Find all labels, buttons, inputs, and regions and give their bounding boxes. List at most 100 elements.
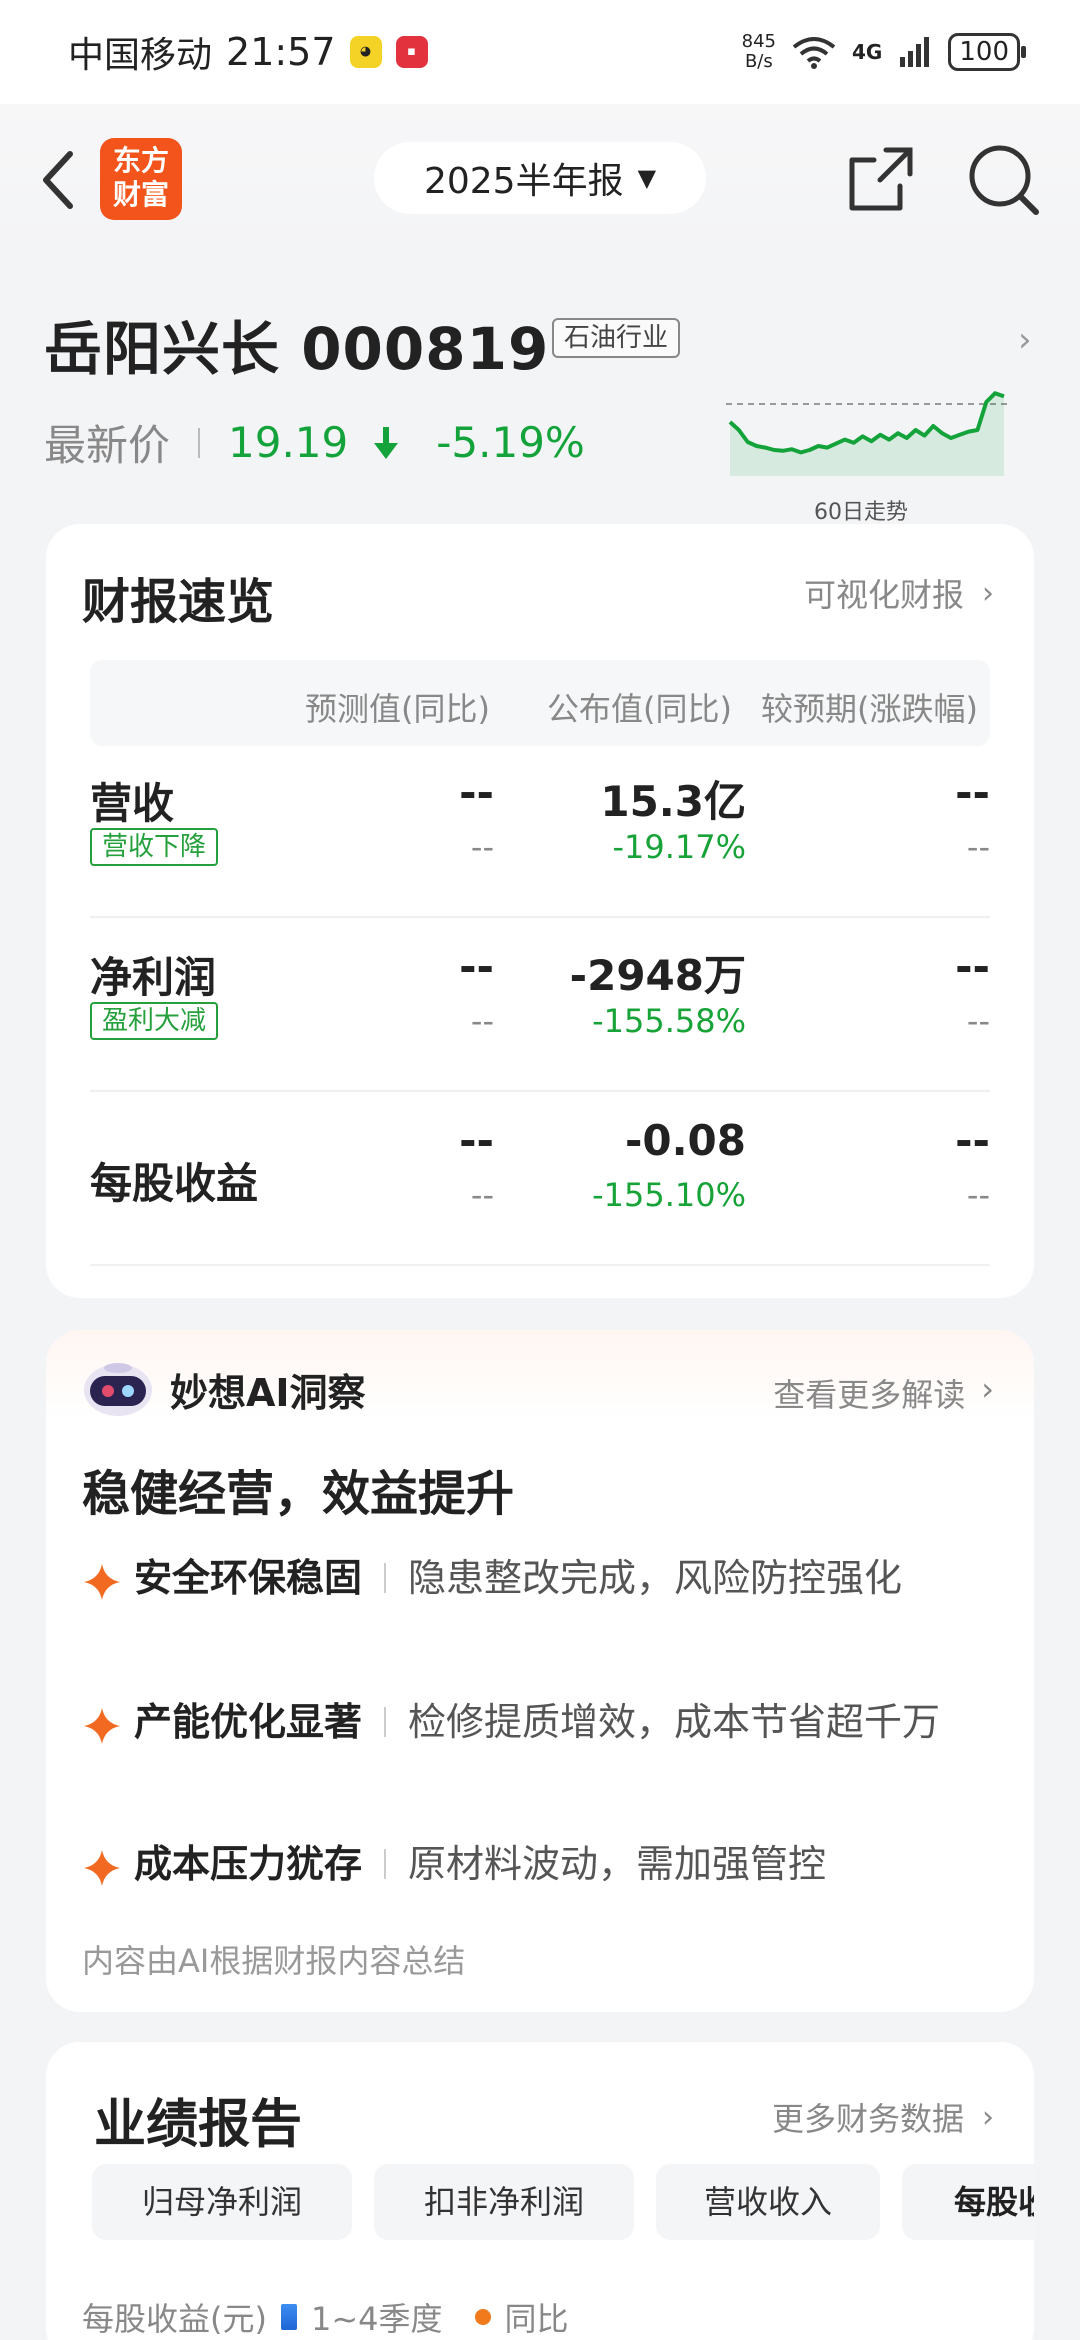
logo-text-bottom: 财富: [112, 178, 169, 211]
top-nav: 东方 财富 2025半年报 ▼: [0, 104, 1080, 254]
tab-parent-net-profit[interactable]: 归母净利润: [92, 2164, 352, 2240]
price-change-pct: -5.19%: [436, 418, 585, 467]
status-tag: 营收下降: [90, 828, 219, 866]
signal-icon: [900, 37, 930, 67]
row-label: 每股收益: [90, 1159, 259, 1208]
col-actual: 公布值(同比): [547, 690, 732, 728]
battery-indicator: 100: [948, 33, 1026, 71]
dropdown-caret-icon: ▼: [637, 164, 657, 192]
actual-yoy: -155.10%: [592, 1176, 746, 1214]
latest-price: 19.19: [228, 418, 349, 467]
price-divider: [198, 427, 201, 458]
col-forecast: 预测值(同比): [305, 690, 490, 728]
chevron-right-icon: ›: [981, 1370, 994, 1408]
vs-expected-sub: --: [966, 1002, 990, 1040]
logo-text-top: 东方: [112, 144, 169, 177]
ai-disclaimer: 内容由AI根据财报内容总结: [82, 1942, 466, 1980]
notification-app-icon-red: ▪: [395, 36, 428, 68]
financial-summary-card: 财报速览 可视化财报 › 预测值(同比) 公布值(同比) 较预期(涨跌幅) 营收…: [46, 524, 1034, 1298]
ai-insight-title: 妙想AI洞察: [170, 1370, 366, 1415]
performance-report-card: 业绩报告 更多财务数据 › 归母净利润 扣非净利润 营收收入 每股收 每股收益(…: [46, 2042, 1034, 2340]
app-logo[interactable]: 东方 财富: [100, 138, 182, 220]
carrier-label: 中国移动: [68, 35, 213, 76]
legend-dot-swatch: [474, 2309, 491, 2325]
forecast-yoy: --: [470, 1176, 494, 1214]
net-speed-unit: B/s: [744, 51, 773, 72]
table-row[interactable]: 营收 营收下降 -- -- 15.3亿 -19.17% -- --: [90, 746, 990, 918]
table-row[interactable]: 每股收益 -- -- -0.08 -155.10% -- --: [90, 1094, 990, 1266]
more-financial-data-link[interactable]: 更多财务数据 ›: [772, 2094, 994, 2140]
metric-tabs: 归母净利润 扣非净利润 营收收入 每股收: [92, 2164, 1034, 2240]
forecast-value: --: [459, 942, 494, 991]
forecast-value: --: [459, 768, 494, 817]
table-row[interactable]: 净利润 盈利大减 -- -- -2948万 -155.58% -- --: [90, 920, 990, 1092]
trend-60d-chart[interactable]: [726, 384, 1008, 476]
more-interpretation-label: 查看更多解读: [773, 1376, 966, 1414]
sparkle-icon: [84, 1850, 120, 1886]
vs-expected-value: --: [955, 942, 990, 991]
visual-report-link[interactable]: 可视化财报 ›: [804, 570, 994, 616]
vs-expected-value: --: [955, 1116, 990, 1165]
tab-deducted-net-profit[interactable]: 扣非净利润: [374, 2164, 634, 2240]
industry-tag[interactable]: 石油行业: [552, 318, 681, 358]
chevron-right-icon: ›: [982, 2099, 994, 2135]
vs-expected-sub: --: [966, 828, 990, 866]
insight-bullet: 成本压力犹存 原材料波动，需加强管控: [82, 1840, 1002, 1888]
price-row: 最新价 19.19 -5.19%: [44, 412, 585, 473]
summary-table-header: 预测值(同比) 公布值(同比) 较预期(涨跌幅): [90, 660, 990, 746]
chevron-right-icon: ›: [982, 575, 994, 611]
actual-value: 15.3亿: [600, 777, 746, 826]
wifi-icon: [792, 37, 836, 69]
ai-robot-icon: [84, 1363, 152, 1416]
actual-value: -2948万: [569, 951, 746, 1000]
tab-revenue[interactable]: 营收收入: [656, 2164, 880, 2240]
status-left: 中国移动 21:57 ◕ ▪: [68, 26, 428, 78]
notification-app-icon: ◕: [349, 36, 382, 68]
visual-report-link-label: 可视化财报: [803, 576, 964, 614]
legend-series-yoy: 同比: [504, 2300, 569, 2338]
down-arrow-icon: [374, 426, 399, 459]
network-type: 4G: [852, 40, 883, 64]
actual-yoy: -155.58%: [592, 1002, 746, 1040]
back-arrow-icon[interactable]: [30, 142, 90, 218]
clock: 21:57: [226, 30, 336, 74]
search-icon[interactable]: [966, 142, 1042, 218]
report-period-value: 2025半年报: [423, 161, 624, 202]
ai-insight-card: 妙想AI洞察 查看更多解读 › 稳健经营，效益提升 安全环保稳固 隐患整改完成，风…: [46, 1330, 1034, 2012]
insight-desc: 隐患整改完成，风险防控强化: [408, 1556, 903, 1600]
row-label: 净利润: [90, 953, 217, 1002]
trend-60d-label: 60日走势: [814, 500, 908, 525]
ai-insight-header: 妙想AI洞察: [80, 1360, 366, 1418]
insight-divider: [384, 1849, 387, 1879]
insight-title: 成本压力犹存: [134, 1842, 363, 1886]
forecast-yoy: --: [470, 1002, 494, 1040]
report-period-dropdown[interactable]: 2025半年报 ▼: [374, 142, 706, 214]
status-tag: 盈利大减: [90, 1002, 219, 1040]
insight-divider: [384, 1707, 387, 1737]
insight-bullet: 产能优化显著 检修提质增效，成本节省超千万: [82, 1698, 1002, 1746]
chevron-right-icon[interactable]: ›: [1018, 320, 1032, 360]
status-bar: 中国移动 21:57 ◕ ▪ 845 B/s 4G 100: [0, 0, 1080, 104]
share-icon[interactable]: [846, 144, 916, 214]
vs-expected-sub: --: [966, 1176, 990, 1214]
tab-eps[interactable]: 每股收: [902, 2164, 1034, 2240]
legend-unit: 每股收益(元): [82, 2300, 267, 2338]
net-speed-value: 845: [741, 31, 777, 52]
vs-expected-value: --: [955, 768, 990, 817]
net-speed: 845 B/s: [742, 32, 776, 72]
insight-bullet: 安全环保稳固 隐患整改完成，风险防控强化: [82, 1554, 1002, 1602]
sparkle-icon: [84, 1708, 120, 1744]
row-label: 营收: [90, 779, 175, 828]
col-vs-expected: 较预期(涨跌幅): [761, 690, 978, 728]
insight-title: 产能优化显著: [134, 1700, 363, 1744]
stock-name-code: 岳阳兴长 000819: [44, 315, 550, 383]
sparkle-icon: [84, 1564, 120, 1600]
actual-yoy: -19.17%: [612, 828, 746, 866]
summary-title: 财报速览: [82, 574, 275, 630]
status-right: 845 B/s 4G 100: [742, 32, 1026, 72]
more-interpretation-link[interactable]: 查看更多解读 ›: [773, 1370, 994, 1416]
legend-bar-swatch: [280, 2304, 297, 2330]
ai-headline: 稳健经营，效益提升: [82, 1466, 515, 1522]
forecast-value: --: [459, 1116, 494, 1165]
chart-legend: 每股收益(元) 1~4季度 同比: [82, 2294, 569, 2340]
